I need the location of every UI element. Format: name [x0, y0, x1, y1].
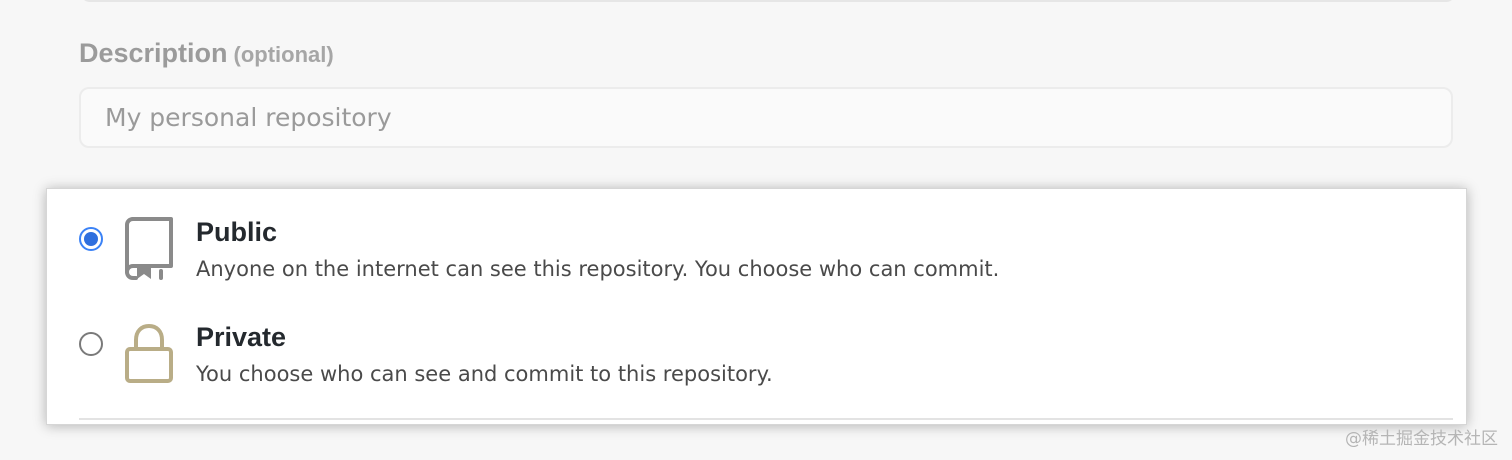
repository-name-input-edge[interactable]	[80, 0, 1456, 2]
public-title: Public	[196, 217, 278, 247]
private-description: You choose who can see and commit to thi…	[196, 362, 773, 386]
lock-icon	[125, 323, 173, 383]
divider	[79, 418, 1453, 420]
public-radio[interactable]	[79, 227, 103, 251]
repo-book-icon	[125, 217, 173, 280]
description-label: Description (optional)	[79, 38, 334, 69]
private-title: Private	[196, 322, 287, 352]
description-optional-label: (optional)	[233, 42, 334, 67]
watermark-text: @稀土掘金技术社区	[1345, 429, 1498, 449]
description-label-text: Description	[79, 38, 228, 68]
public-description: Anyone on the internet can see this repo…	[196, 257, 1000, 281]
description-input[interactable]	[79, 87, 1453, 148]
private-radio[interactable]	[79, 332, 103, 356]
visibility-options-card: Public Anyone on the internet can see th…	[46, 188, 1467, 425]
